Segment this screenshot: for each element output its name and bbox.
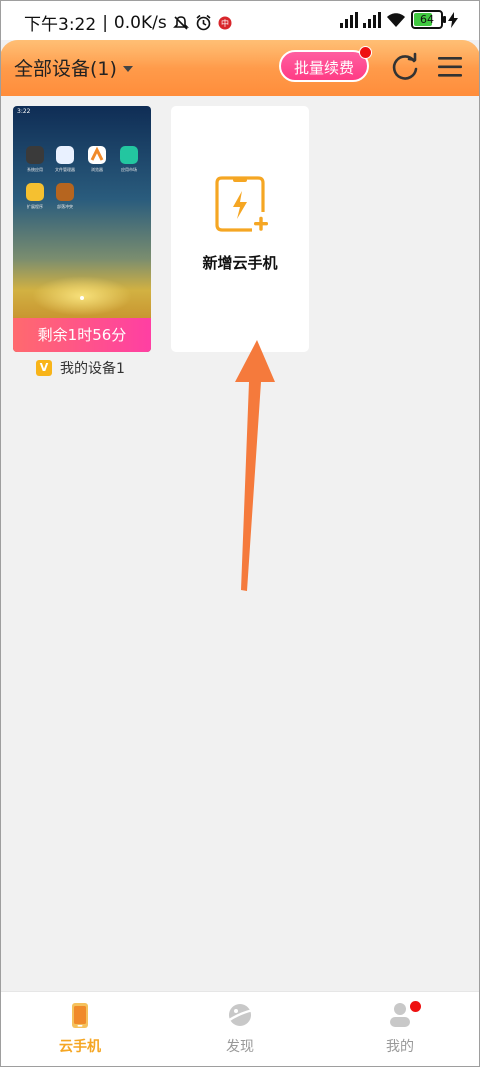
device-group-selector[interactable]: 全部设备(1) bbox=[14, 54, 133, 81]
app-icon-browser bbox=[88, 146, 106, 164]
page-indicator bbox=[80, 296, 84, 300]
tab-cloud-phone[interactable]: 云手机 bbox=[30, 1000, 130, 1056]
menu-icon[interactable] bbox=[437, 54, 463, 80]
app-label: 应用市场 bbox=[121, 167, 137, 172]
app-icon-files bbox=[56, 146, 74, 164]
add-cloud-phone-label: 新增云手机 bbox=[202, 254, 278, 272]
app-notification-icon: 中 bbox=[218, 16, 232, 29]
app-icon-game bbox=[26, 183, 44, 201]
status-time: 下午3:22 bbox=[24, 15, 97, 35]
cloud-phone-icon bbox=[72, 1003, 88, 1028]
charging-icon bbox=[448, 11, 458, 28]
status-divider: | bbox=[102, 12, 108, 33]
vip-badge: V bbox=[36, 360, 52, 376]
svg-text:中: 中 bbox=[221, 18, 229, 28]
bottom-nav: 云手机 发现 我的 bbox=[0, 991, 480, 1067]
alarm-icon bbox=[196, 14, 211, 31]
app-icon-clash bbox=[56, 183, 74, 201]
tab-label: 我的 bbox=[386, 1039, 414, 1055]
browser-icon bbox=[90, 146, 104, 161]
app-icon-market bbox=[120, 146, 138, 164]
remaining-time-banner: 剩余1时56分 bbox=[13, 318, 151, 352]
mute-icon bbox=[172, 15, 189, 30]
battery-icon: 64 bbox=[411, 10, 446, 29]
planet-icon bbox=[227, 1004, 254, 1026]
battery-level: 64 bbox=[420, 13, 434, 26]
signal-icon bbox=[340, 11, 358, 28]
renew-notification-dot bbox=[359, 46, 372, 59]
status-bar: 下午3:22 | 0.0K/s 中 64 bbox=[0, 0, 480, 40]
app-icon-system bbox=[26, 146, 44, 164]
refresh-icon[interactable] bbox=[390, 52, 420, 82]
app-label: 系统应用 bbox=[27, 167, 43, 172]
add-phone-icon bbox=[215, 176, 268, 232]
wifi-icon bbox=[387, 12, 405, 27]
network-speed: 0.0K/s bbox=[113, 12, 167, 33]
device-screen-time: 3:22 bbox=[17, 108, 31, 115]
page-title: 全部设备(1) bbox=[14, 58, 117, 80]
signal-icon-2 bbox=[363, 11, 381, 28]
device-name: 我的设备1 bbox=[60, 361, 125, 377]
tab-mine[interactable]: 我的 bbox=[350, 1000, 450, 1056]
mine-notification-dot bbox=[410, 1001, 421, 1012]
add-cloud-phone-card[interactable]: 新增云手机 bbox=[171, 106, 309, 352]
cloud-phone-card[interactable]: 3:22 系统应用 文件管理器 浏览器 应用市场 扩展程序 部落冲突 剩余1时5… bbox=[13, 106, 151, 352]
app-label: 扩展程序 bbox=[27, 204, 43, 209]
app-label: 文件管理器 bbox=[55, 167, 75, 172]
tab-discover[interactable]: 发现 bbox=[190, 1000, 290, 1056]
app-header: 全部设备(1) 批量续费 bbox=[0, 40, 480, 96]
batch-renew-button[interactable]: 批量续费 bbox=[279, 50, 369, 82]
app-label: 浏览器 bbox=[91, 167, 103, 172]
arrow-annotation bbox=[235, 340, 275, 591]
chevron-down-icon bbox=[122, 66, 133, 72]
device-name-row[interactable]: V 我的设备1 bbox=[36, 358, 125, 378]
tab-label: 发现 bbox=[226, 1039, 254, 1055]
app-label: 部落冲突 bbox=[57, 204, 73, 209]
tab-label: 云手机 bbox=[59, 1039, 101, 1055]
